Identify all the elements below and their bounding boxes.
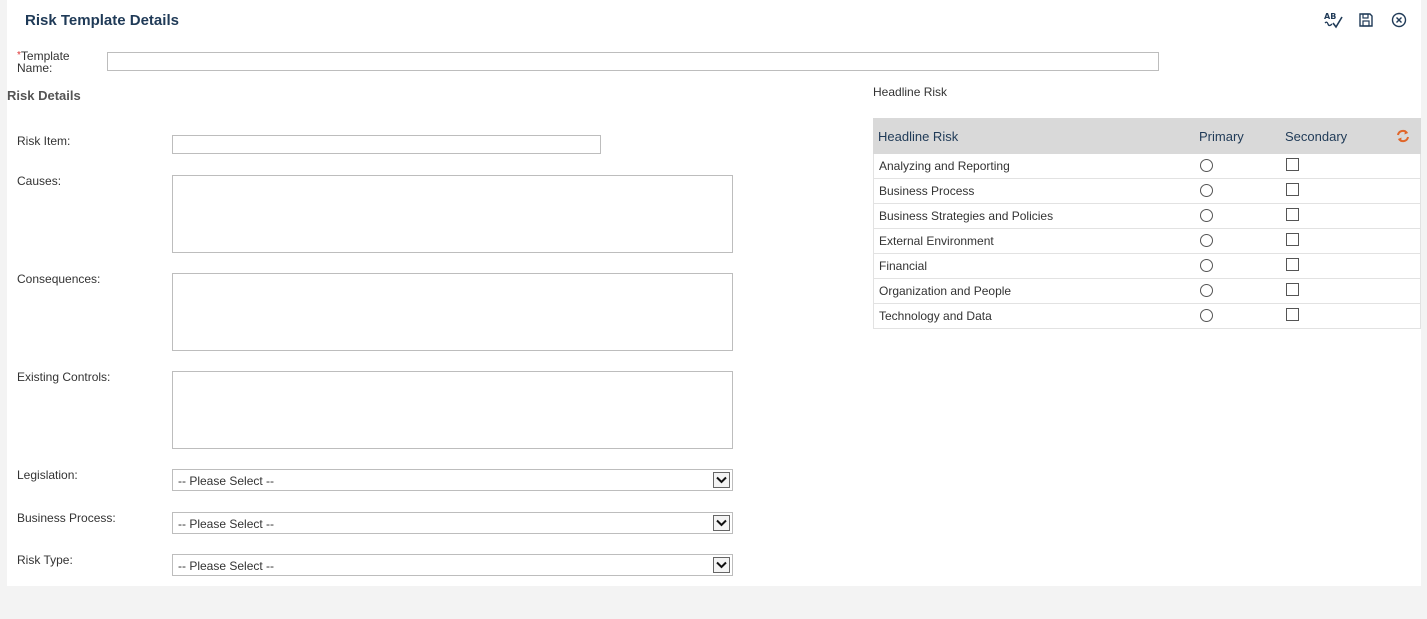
risk-type-label: Risk Type: — [17, 553, 73, 567]
secondary-checkbox[interactable] — [1286, 258, 1299, 271]
template-name-label: *Template Name: — [17, 50, 70, 74]
secondary-checkbox[interactable] — [1286, 208, 1299, 221]
primary-radio[interactable] — [1200, 259, 1213, 272]
primary-radio[interactable] — [1200, 159, 1213, 172]
table-row: External Environment — [874, 229, 1420, 254]
secondary-checkbox[interactable] — [1286, 283, 1299, 296]
business-process-label: Business Process: — [17, 511, 116, 525]
table-row: Technology and Data — [874, 304, 1420, 329]
legislation-select-value: -- Please Select -- — [178, 474, 275, 488]
grid-header: Headline Risk Primary Secondary — [873, 118, 1421, 154]
table-row: Business Process — [874, 179, 1420, 204]
primary-radio[interactable] — [1200, 309, 1213, 322]
table-row: Financial — [874, 254, 1420, 279]
column-header-secondary[interactable]: Secondary — [1285, 129, 1347, 144]
template-name-label-line2: Name: — [17, 61, 53, 75]
toolbar: AB — [1323, 10, 1409, 30]
chevron-down-icon[interactable] — [713, 515, 730, 531]
risk-type-select-value: -- Please Select -- — [178, 559, 275, 573]
business-process-select[interactable]: -- Please Select -- — [172, 512, 733, 534]
headline-risk-caption: Headline Risk — [873, 85, 948, 99]
risk-item-input[interactable] — [172, 135, 601, 154]
secondary-checkbox[interactable] — [1286, 158, 1299, 171]
headline-risk-grid: Headline Risk Primary Secondary Analyzin… — [873, 118, 1421, 329]
close-circle-icon[interactable] — [1389, 10, 1409, 30]
business-process-select-value: -- Please Select -- — [178, 517, 275, 531]
table-row: Analyzing and Reporting — [874, 154, 1420, 179]
headline-risk-name: External Environment — [879, 234, 994, 248]
legislation-select[interactable]: -- Please Select -- — [172, 469, 733, 491]
chevron-down-icon[interactable] — [713, 472, 730, 488]
table-row: Organization and People — [874, 279, 1420, 304]
table-row: Business Strategies and Policies — [874, 204, 1420, 229]
column-header-headline-risk[interactable]: Headline Risk — [878, 129, 958, 144]
chevron-down-icon[interactable] — [713, 557, 730, 573]
headline-risk-name: Financial — [879, 259, 928, 273]
save-icon[interactable] — [1356, 10, 1376, 30]
existing-controls-label: Existing Controls: — [17, 370, 111, 384]
legislation-label: Legislation: — [17, 468, 78, 482]
secondary-checkbox[interactable] — [1286, 308, 1299, 321]
svg-text:AB: AB — [1324, 12, 1336, 21]
refresh-icon[interactable] — [1396, 129, 1410, 146]
risk-type-select[interactable]: -- Please Select -- — [172, 554, 733, 576]
secondary-checkbox[interactable] — [1286, 183, 1299, 196]
column-header-primary[interactable]: Primary — [1199, 129, 1244, 144]
secondary-checkbox[interactable] — [1286, 233, 1299, 246]
template-name-input[interactable] — [107, 52, 1159, 71]
consequences-textarea[interactable] — [172, 273, 733, 351]
primary-radio[interactable] — [1200, 209, 1213, 222]
causes-textarea[interactable] — [172, 175, 733, 253]
section-title-risk-details: Risk Details — [7, 88, 81, 103]
consequences-label: Consequences: — [17, 272, 101, 286]
grid-rows: Analyzing and Reporting Business Process… — [873, 154, 1421, 329]
primary-radio[interactable] — [1200, 284, 1213, 297]
risk-item-label: Risk Item: — [17, 134, 71, 148]
headline-risk-name: Business Strategies and Policies — [879, 209, 1054, 223]
headline-risk-name: Technology and Data — [879, 309, 992, 323]
headline-risk-name: Business Process — [879, 184, 975, 198]
causes-label: Causes: — [17, 174, 62, 188]
spellcheck-icon[interactable]: AB — [1323, 10, 1343, 30]
headline-risk-name: Analyzing and Reporting — [879, 159, 1010, 173]
existing-controls-textarea[interactable] — [172, 371, 733, 449]
headline-risk-name: Organization and People — [879, 284, 1012, 298]
primary-radio[interactable] — [1200, 234, 1213, 247]
primary-radio[interactable] — [1200, 184, 1213, 197]
page-title: Risk Template Details — [25, 12, 179, 29]
